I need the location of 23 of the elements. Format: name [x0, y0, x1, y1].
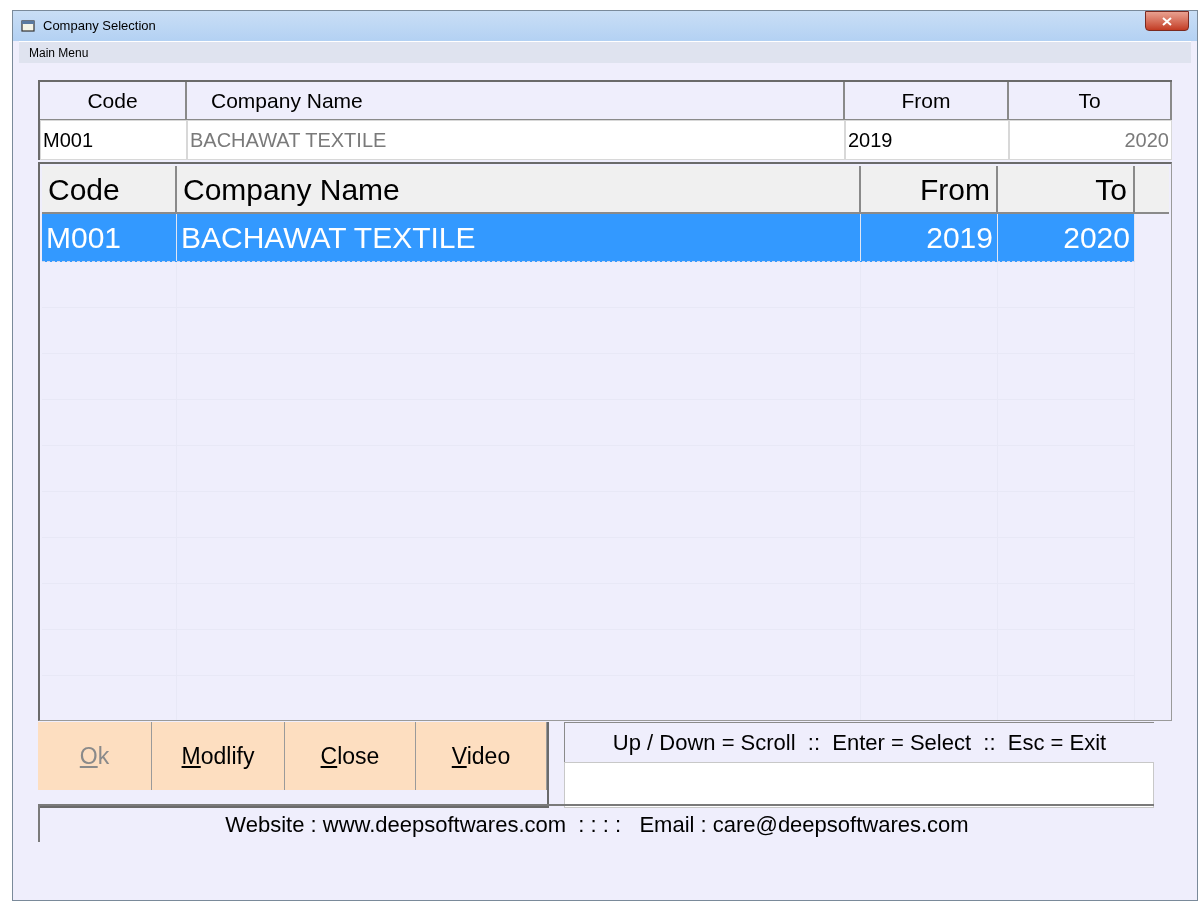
table-cell: 2020	[998, 214, 1135, 261]
menu-item[interactable]: Main Menu	[29, 43, 89, 62]
action-button[interactable]: Close	[285, 722, 416, 790]
window-icon	[21, 20, 35, 32]
input-field[interactable]: M001	[40, 120, 187, 160]
table-cell: 2019	[861, 214, 998, 261]
column-header: To	[998, 166, 1135, 214]
column-header: Company Name	[177, 166, 861, 214]
input-field[interactable]: 2020	[1009, 120, 1172, 160]
table-cell: BACHAWAT TEXTILE	[177, 214, 861, 261]
action-button[interactable]: Video	[416, 722, 547, 790]
action-button[interactable]: Modlify	[152, 722, 285, 790]
input-field[interactable]	[564, 762, 1154, 808]
input-field[interactable]: 2019	[845, 120, 1009, 160]
window-title: Company Selection	[43, 17, 156, 36]
input-field[interactable]: BACHAWAT TEXTILE	[187, 120, 845, 160]
close-button[interactable]	[1145, 11, 1189, 31]
column-header	[1135, 166, 1169, 214]
close-icon	[1162, 16, 1172, 26]
table-cell: M001	[42, 214, 177, 261]
column-header: Code	[42, 166, 177, 214]
footer-text: Website : www.deepsoftwares.com : : : : Email : care@deepsoftwares.com	[38, 804, 1154, 842]
column-header: From	[861, 166, 998, 214]
